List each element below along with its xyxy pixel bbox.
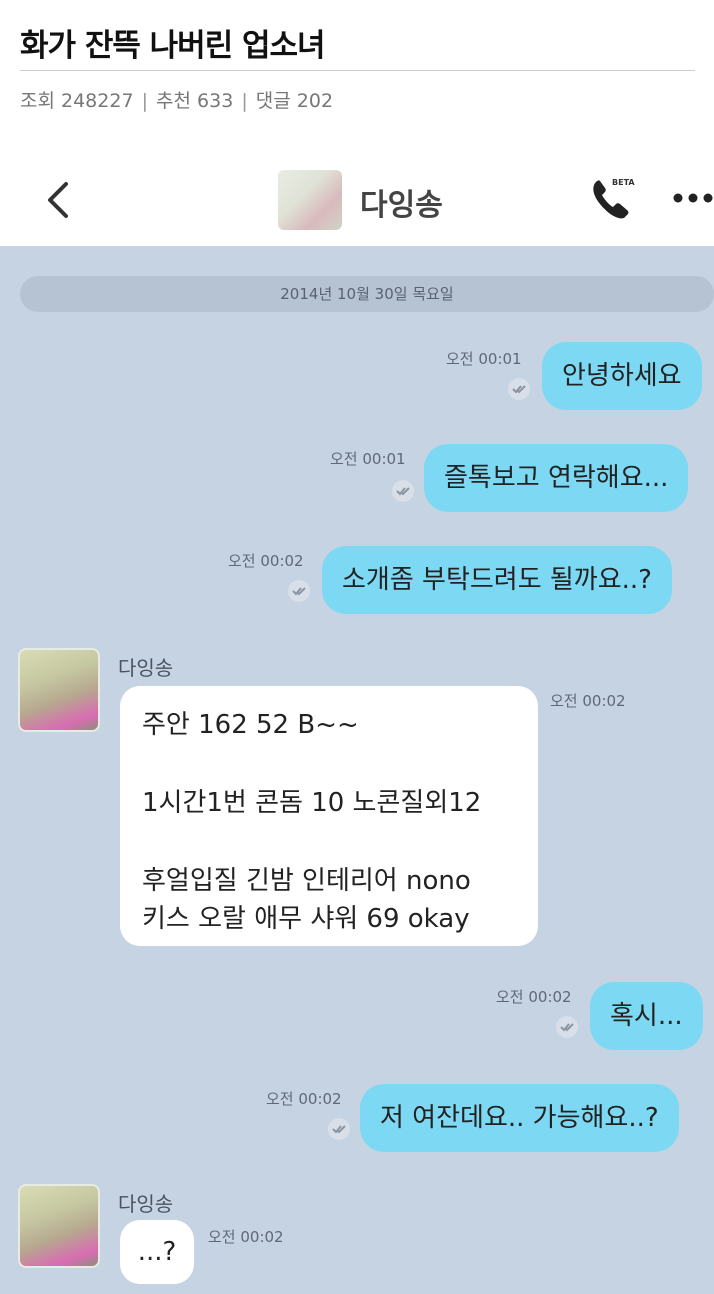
post-title: 화가 잔뜩 나버린 업소녀 [20,28,326,64]
meta-separator: | [241,90,248,112]
message-time: 오전 00:01 [446,350,522,368]
outgoing-message[interactable]: 소개좀 부탁드려도 될까요..? [322,546,672,614]
read-check-icon [328,1118,350,1140]
message-line: 키스 오랄 애무 샤워 69 okay [142,904,470,934]
message-time: 오전 00:02 [228,552,304,570]
read-check-icon [392,480,414,502]
message-line: 1시간1번 콘돔 10 노콘질외12 [142,788,482,818]
message-line: 주안 162 52 B~~ [142,710,359,740]
post-meta: 조회 248227 | 추천 633 | 댓글 202 [20,86,333,113]
more-icon [673,193,713,203]
comment-count: 댓글 202 [255,90,334,112]
incoming-message[interactable]: ...? [120,1220,194,1284]
read-check-icon [556,1016,578,1038]
message-time: 오전 00:02 [208,1228,284,1246]
sender-avatar[interactable] [18,648,100,732]
contact-name: 다잉송 [360,188,443,223]
chevron-left-icon [48,182,68,218]
chat-top-bar: 다잉송 BETA [0,160,714,246]
sender-avatar[interactable] [18,1184,100,1268]
read-check-icon [288,580,310,602]
post-header: 화가 잔뜩 나버린 업소녀 조회 248227 | 추천 633 | 댓글 20… [20,0,695,120]
back-button[interactable] [40,178,80,222]
outgoing-message[interactable]: 저 여잔데요.. 가능해요..? [360,1084,679,1152]
chat-area[interactable]: 2014년 10월 30일 목요일 오전 00:01 안녕하세요 오전 00:0… [0,246,714,1294]
title-divider [20,70,695,71]
meta-separator: | [141,90,148,112]
outgoing-message[interactable]: 안녕하세요 [542,342,702,410]
sender-name: 다잉송 [118,1192,174,1216]
message-time: 오전 00:01 [330,450,406,468]
message-line: 후얼입질 긴밤 인테리어 nono [142,866,471,896]
outgoing-message[interactable]: 혹시... [590,982,703,1050]
sender-name: 다잉송 [118,656,174,680]
read-check-icon [508,378,530,400]
date-divider: 2014년 10월 30일 목요일 [20,276,714,312]
message-time: 오전 00:02 [550,692,626,710]
outgoing-message[interactable]: 즐톡보고 연락해요... [424,444,689,512]
incoming-message[interactable]: 주안 162 52 B~~ 1시간1번 콘돔 10 노콘질외12 후얼입질 긴밤… [120,686,538,946]
message-time: 오전 00:02 [266,1090,342,1108]
message-time: 오전 00:02 [496,988,572,1006]
chat-screenshot: 다잉송 BETA 2014년 10월 30일 목요일 오전 00:01 안녕하세… [0,160,714,1294]
like-count: 추천 633 [156,90,234,112]
view-count: 조회 248227 [20,90,134,112]
beta-badge: BETA [612,178,635,187]
more-button[interactable] [672,180,714,216]
contact-avatar[interactable] [278,170,342,230]
